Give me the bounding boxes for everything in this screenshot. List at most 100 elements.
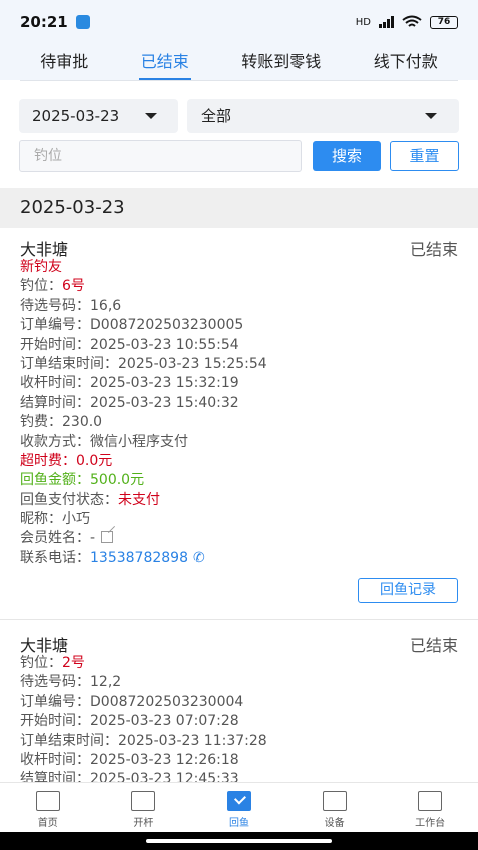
type-select[interactable]: 全部 (187, 99, 459, 133)
numbers-label: 待选号码： (20, 674, 90, 691)
search-input[interactable]: 钓位 (19, 140, 302, 172)
nav-home-label: 首页 (37, 818, 58, 829)
collect-time-row: 收杆时间：2025-03-23 12:26:18 (20, 751, 267, 770)
order-number-value: D0087202503230004 (90, 693, 244, 710)
collect-time-row: 收杆时间：2025-03-23 15:32:19 (20, 374, 267, 393)
numbers-row: 待选号码：12,2 (20, 673, 267, 692)
order-card[interactable]: 大非塘 已结束 新钓友 钓位：6号 待选号码：16,6 订单编号：D008720… (0, 230, 478, 620)
search-button[interactable]: 搜索 (313, 141, 381, 171)
start-time-value: 2025-03-23 07:07:28 (90, 713, 239, 730)
end-time-value: 2025-03-23 15:25:54 (118, 355, 267, 372)
nav-fishback-label: 回鱼 (228, 818, 249, 829)
collect-time-label: 收杆时间： (20, 751, 90, 768)
spot-label: 钓位： (20, 655, 62, 671)
collect-time-value: 2025-03-23 15:32:19 (90, 375, 239, 392)
end-time-label: 订单结束时间： (20, 355, 118, 372)
numbers-value: 16,6 (90, 297, 122, 314)
fishback-status-row: 回鱼支付状态：未支付 (20, 491, 267, 510)
status-badge: 已结束 (409, 240, 458, 259)
start-time-label: 开始时间： (20, 713, 90, 730)
list-icon (131, 791, 156, 811)
fee-value: 230.0 (62, 414, 103, 431)
overtime-fee-label: 超时费： (20, 452, 76, 469)
tab-pending-approval[interactable]: 待审批 (34, 44, 94, 80)
order-number-label: 订单编号： (20, 317, 90, 334)
tab-offline-payment[interactable]: 线下付款 (368, 44, 444, 80)
overtime-fee-row: 超时费：0.0元 (20, 452, 267, 471)
order-number-row: 订单编号：D0087202503230004 (20, 693, 267, 712)
member-name-value: - (90, 530, 96, 547)
payment-method-row: 收款方式：微信小程序支付 (20, 433, 267, 452)
chevron-down-icon (145, 113, 157, 119)
nav-workbench[interactable]: 工作台 (382, 783, 478, 832)
settle-time-label: 结算时间： (20, 771, 90, 782)
monitor-icon (418, 791, 443, 811)
tab-bar: 待审批 已结束 转账到零钱 线下付款 (0, 44, 478, 80)
tab-transfer-to-wallet[interactable]: 转账到零钱 (235, 44, 327, 80)
nav-start-session-label: 开杆 (133, 818, 154, 829)
end-time-value: 2025-03-23 11:37:28 (118, 732, 267, 749)
nickname-label: 昵称： (20, 511, 62, 528)
chevron-down-icon (425, 113, 437, 119)
payment-method-value: 微信小程序支付 (90, 433, 188, 450)
settle-time-label: 结算时间： (20, 394, 90, 411)
status-bar: 20:21 HD 76 (0, 0, 478, 44)
phone-row: 联系电话：13538782898 ✆ (20, 549, 267, 568)
clock: 20:21 (20, 13, 68, 31)
start-time-row: 开始时间：2025-03-23 10:55:54 (20, 336, 267, 355)
bottom-nav: 首页 开杆 回鱼 设备 工作台 (0, 782, 478, 832)
nav-fishback[interactable]: 回鱼 (191, 783, 287, 832)
date-select-value: 2025-03-23 (32, 107, 120, 125)
home-indicator[interactable] (146, 839, 332, 843)
status-badge: 已结束 (409, 636, 458, 655)
nav-start-session[interactable]: 开杆 (96, 783, 192, 832)
nickname-value: 小巧 (62, 511, 90, 528)
fishback-record-button[interactable]: 回鱼记录 (358, 578, 458, 603)
start-time-row: 开始时间：2025-03-23 07:07:28 (20, 712, 267, 731)
spot-row: 钓位：2号 (20, 654, 267, 673)
home-icon (35, 791, 60, 811)
pond-name: 大非塘 (20, 636, 69, 655)
fishback-amount-value: 500.0元 (90, 472, 145, 489)
phone-icon[interactable]: ✆ (193, 549, 205, 568)
app-notification-icon (75, 15, 90, 29)
reset-button[interactable]: 重置 (390, 141, 459, 171)
date-group-header: 2025-03-23 (0, 188, 478, 228)
start-time-label: 开始时间： (20, 336, 90, 353)
signal-icon (379, 16, 394, 28)
fee-label: 钓费： (20, 414, 62, 431)
numbers-row: 待选号码：16,6 (20, 297, 267, 316)
member-name-label: 会员姓名： (20, 530, 90, 547)
nav-devices-label: 设备 (324, 818, 345, 829)
type-select-value: 全部 (201, 107, 232, 125)
wifi-icon (402, 15, 422, 27)
overtime-fee-value: 0.0元 (76, 452, 113, 469)
hd-indicator: HD (355, 16, 371, 28)
member-name-row: 会员姓名：- (20, 529, 267, 548)
numbers-value: 12,2 (90, 674, 122, 691)
nav-devices[interactable]: 设备 (287, 783, 383, 832)
tab-ended[interactable]: 已结束 (135, 44, 195, 80)
phone-link[interactable]: 13538782898 (90, 550, 188, 566)
collect-time-value: 2025-03-23 12:26:18 (90, 751, 239, 768)
edit-icon[interactable] (101, 531, 114, 544)
order-number-row: 订单编号：D0087202503230005 (20, 316, 267, 335)
end-time-row: 订单结束时间：2025-03-23 11:37:28 (20, 732, 267, 751)
fishback-status-label: 回鱼支付状态： (20, 491, 118, 508)
battery-icon: 76 (430, 15, 458, 29)
device-icon (322, 791, 347, 811)
nav-home[interactable]: 首页 (0, 783, 96, 832)
nav-workbench-label: 工作台 (415, 818, 446, 829)
end-time-row: 订单结束时间：2025-03-23 15:25:54 (20, 355, 267, 374)
system-navigation-bar (0, 832, 478, 850)
spot-value: 6号 (62, 278, 85, 295)
spot-value: 2号 (62, 655, 85, 671)
order-number-value: D0087202503230005 (90, 317, 244, 334)
spot-row: 钓位：6号 (20, 277, 267, 296)
settle-time-value: 2025-03-23 15:40:32 (90, 394, 239, 411)
new-angler-tag: 新钓友 (20, 259, 62, 275)
date-select[interactable]: 2025-03-23 (19, 99, 178, 133)
filter-panel: 2025-03-23 全部 钓位 搜索 重置 (0, 81, 478, 186)
order-card[interactable]: 大非塘 已结束 钓位：2号 待选号码：12,2 订单编号：D0087202503… (0, 626, 478, 782)
numbers-label: 待选号码： (20, 297, 90, 314)
